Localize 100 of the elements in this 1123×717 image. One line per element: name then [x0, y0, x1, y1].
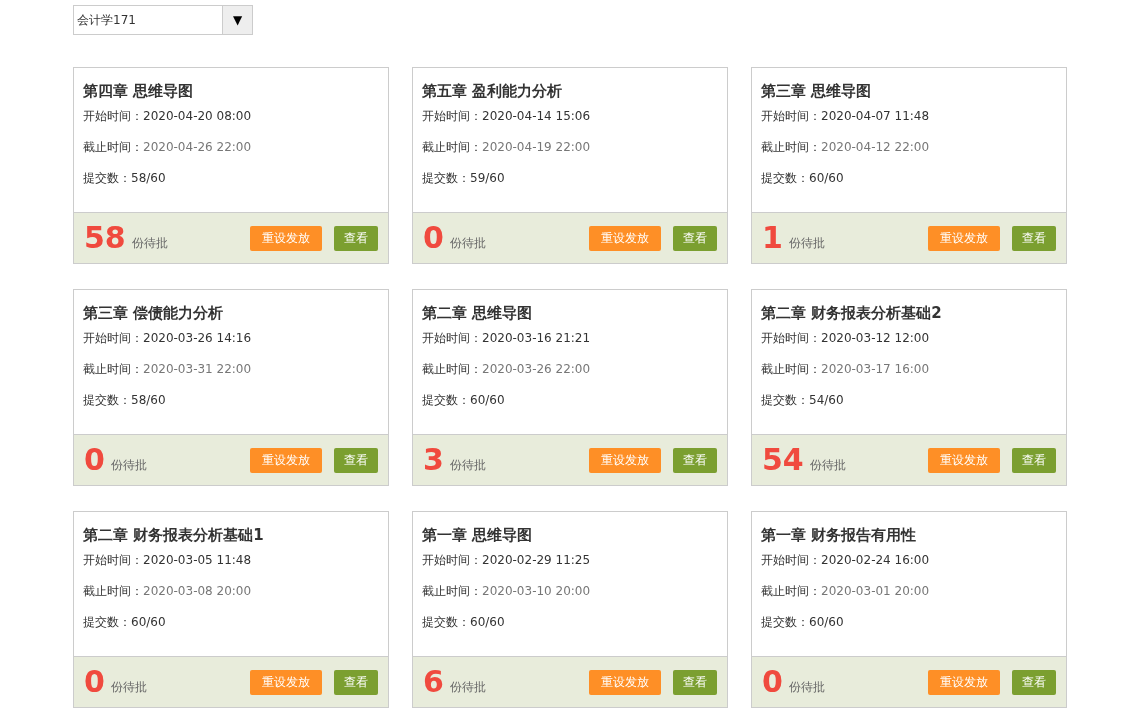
- pending-label: 份待批: [788, 235, 825, 252]
- start-time: 2020-03-05 11:48: [143, 553, 252, 567]
- submit-count: 58/60: [131, 171, 166, 185]
- class-select[interactable]: 会计学171 ▼: [73, 5, 253, 35]
- pending-count: 1: [762, 223, 783, 253]
- deadline-time: 2020-03-26 22:00: [482, 362, 591, 376]
- reset-button[interactable]: 重设发放: [250, 225, 322, 251]
- reset-button[interactable]: 重设发放: [928, 225, 1000, 251]
- reset-button[interactable]: 重设发放: [589, 669, 661, 695]
- pending-label: 份待批: [110, 457, 147, 474]
- reset-button[interactable]: 重设发放: [928, 447, 1000, 473]
- deadline-label: 截止时间：: [422, 140, 482, 154]
- deadline-label: 截止时间：: [761, 584, 821, 598]
- card-title: 第五章 盈利能力分析: [422, 81, 564, 102]
- pending-count: 6: [423, 667, 444, 697]
- start-label: 开始时间：: [761, 109, 821, 123]
- start-time: 2020-03-16 21:21: [482, 331, 591, 345]
- deadline-label: 截止时间：: [83, 140, 143, 154]
- submit-label: 提交数：: [422, 393, 470, 407]
- pending-count: 0: [423, 223, 444, 253]
- deadline-label: 截止时间：: [422, 362, 482, 376]
- deadline-label: 截止时间：: [761, 362, 821, 376]
- submit-count: 60/60: [809, 615, 844, 629]
- start-label: 开始时间：: [422, 553, 482, 567]
- submit-label: 提交数：: [761, 171, 809, 185]
- submit-label: 提交数：: [83, 171, 131, 185]
- view-button[interactable]: 查看: [334, 447, 378, 473]
- submit-label: 提交数：: [422, 171, 470, 185]
- start-time: 2020-02-29 11:25: [482, 553, 591, 567]
- deadline-time: 2020-04-26 22:00: [143, 140, 252, 154]
- select-value: 会计学171: [76, 12, 137, 29]
- card-title: 第三章 思维导图: [761, 81, 873, 102]
- deadline-time: 2020-03-10 20:00: [482, 584, 591, 598]
- deadline-time: 2020-03-08 20:00: [143, 584, 252, 598]
- submit-count: 60/60: [131, 615, 166, 629]
- submit-label: 提交数：: [761, 615, 809, 629]
- submit-count: 59/60: [470, 171, 505, 185]
- view-button[interactable]: 查看: [1012, 225, 1056, 251]
- pending-label: 份待批: [449, 235, 486, 252]
- start-label: 开始时间：: [83, 331, 143, 345]
- dropdown-arrow-button[interactable]: ▼: [222, 6, 252, 34]
- pending-count: 0: [84, 667, 105, 697]
- start-label: 开始时间：: [83, 109, 143, 123]
- reset-button[interactable]: 重设发放: [250, 669, 322, 695]
- view-button[interactable]: 查看: [1012, 669, 1056, 695]
- pending-label: 份待批: [809, 457, 846, 474]
- pending-label: 份待批: [449, 679, 486, 696]
- card-title: 第一章 财务报告有用性: [761, 525, 918, 546]
- start-label: 开始时间：: [83, 553, 143, 567]
- pending-count: 0: [762, 667, 783, 697]
- pending-label: 份待批: [110, 679, 147, 696]
- pending-count: 0: [84, 445, 105, 475]
- view-button[interactable]: 查看: [673, 447, 717, 473]
- submit-count: 58/60: [131, 393, 166, 407]
- pending-label: 份待批: [788, 679, 825, 696]
- deadline-time: 2020-03-01 20:00: [821, 584, 930, 598]
- reset-button[interactable]: 重设发放: [250, 447, 322, 473]
- view-button[interactable]: 查看: [334, 669, 378, 695]
- card-title: 第一章 思维导图: [422, 525, 534, 546]
- deadline-time: 2020-03-31 22:00: [143, 362, 252, 376]
- submit-label: 提交数：: [83, 393, 131, 407]
- pending-count: 58: [84, 223, 126, 253]
- deadline-label: 截止时间：: [422, 584, 482, 598]
- deadline-label: 截止时间：: [83, 362, 143, 376]
- deadline-label: 截止时间：: [83, 584, 143, 598]
- submit-label: 提交数：: [422, 615, 470, 629]
- card-title: 第二章 财务报表分析基础2: [761, 303, 943, 324]
- submit-label: 提交数：: [761, 393, 809, 407]
- reset-button[interactable]: 重设发放: [589, 447, 661, 473]
- deadline-label: 截止时间：: [761, 140, 821, 154]
- reset-button[interactable]: 重设发放: [589, 225, 661, 251]
- submit-count: 60/60: [809, 171, 844, 185]
- pending-label: 份待批: [449, 457, 486, 474]
- pending-count: 3: [423, 445, 444, 475]
- start-time: 2020-04-07 11:48: [821, 109, 930, 123]
- start-label: 开始时间：: [422, 331, 482, 345]
- submit-label: 提交数：: [83, 615, 131, 629]
- view-button[interactable]: 查看: [1012, 447, 1056, 473]
- deadline-time: 2020-04-19 22:00: [482, 140, 591, 154]
- card-title: 第三章 偿债能力分析: [83, 303, 225, 324]
- start-label: 开始时间：: [761, 553, 821, 567]
- view-button[interactable]: 查看: [673, 669, 717, 695]
- card-title: 第二章 思维导图: [422, 303, 534, 324]
- start-time: 2020-04-20 08:00: [143, 109, 252, 123]
- pending-label: 份待批: [131, 235, 168, 252]
- reset-button[interactable]: 重设发放: [928, 669, 1000, 695]
- submit-count: 60/60: [470, 615, 505, 629]
- view-button[interactable]: 查看: [334, 225, 378, 251]
- submit-count: 54/60: [809, 393, 844, 407]
- deadline-time: 2020-03-17 16:00: [821, 362, 930, 376]
- deadline-time: 2020-04-12 22:00: [821, 140, 930, 154]
- start-time: 2020-03-26 14:16: [143, 331, 252, 345]
- start-time: 2020-04-14 15:06: [482, 109, 591, 123]
- pending-count: 54: [762, 445, 804, 475]
- view-button[interactable]: 查看: [673, 225, 717, 251]
- start-time: 2020-02-24 16:00: [821, 553, 930, 567]
- start-time: 2020-03-12 12:00: [821, 331, 930, 345]
- card-title: 第四章 思维导图: [83, 81, 195, 102]
- submit-count: 60/60: [470, 393, 505, 407]
- start-label: 开始时间：: [761, 331, 821, 345]
